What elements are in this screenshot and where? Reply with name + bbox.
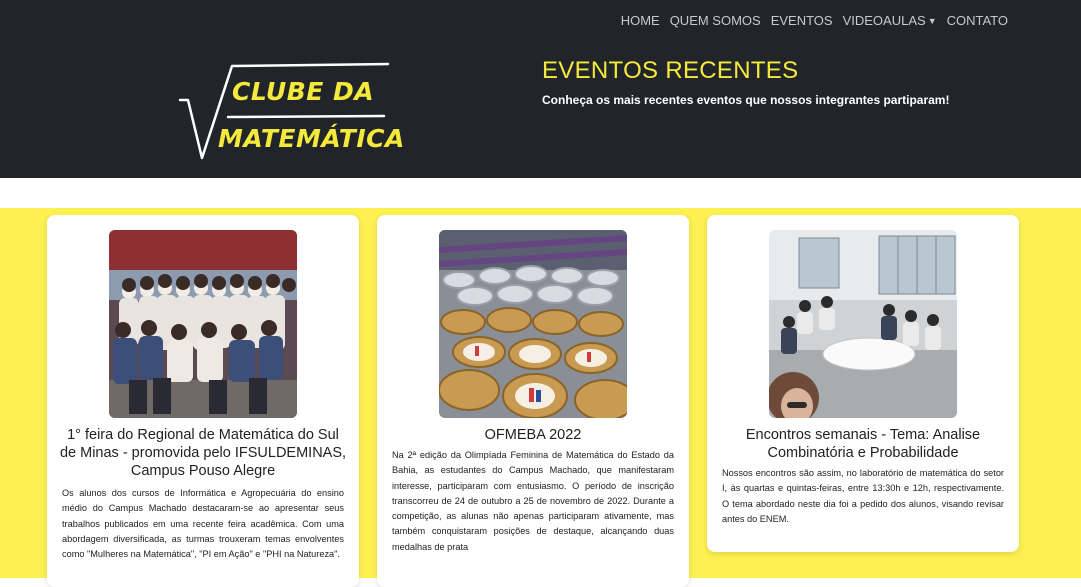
event-card: 1° feira do Regional de Matemática do Su… bbox=[47, 215, 359, 587]
event-description: Os alunos dos cursos de Informática e Ag… bbox=[62, 488, 344, 560]
event-photo-group bbox=[109, 230, 297, 418]
event-title: Encontros semanais - Tema: Analise Combi… bbox=[745, 427, 981, 461]
logo-line2: MATEMÁTICA bbox=[218, 124, 405, 153]
nav-quem-somos[interactable]: QUEM SOMOS bbox=[665, 12, 766, 30]
nav-home[interactable]: HOME bbox=[616, 12, 665, 30]
event-title: OFMEBA 2022 bbox=[484, 427, 582, 443]
club-logo[interactable]: CLUBE DA MATEMÁTICA bbox=[178, 60, 404, 162]
event-title: 1° feira do Regional de Matemática do Su… bbox=[59, 427, 347, 479]
event-photo-medals bbox=[439, 230, 627, 418]
page-subtitle: Conheça os mais recentes eventos que nos… bbox=[542, 93, 950, 107]
nav-videoaulas-label: VIDEOAULAS bbox=[842, 13, 926, 28]
main-nav: HOME QUEM SOMOS EVENTOS VIDEOAULAS ▼ CONT… bbox=[616, 12, 1013, 30]
page-title: EVENTOS RECENTES bbox=[542, 57, 799, 84]
events-section: 1° feira do Regional de Matemática do Su… bbox=[0, 208, 1081, 587]
nav-contato[interactable]: CONTATO bbox=[942, 12, 1013, 30]
caret-down-icon: ▼ bbox=[927, 16, 937, 27]
event-description: Nossos encontros são assim, no laboratór… bbox=[722, 468, 1004, 524]
event-photo-classroom bbox=[769, 230, 957, 418]
nav-videoaulas[interactable]: VIDEOAULAS ▼ bbox=[838, 12, 942, 30]
event-card: OFMEBA 2022 Na 2ª edição da Olimpíada Fe… bbox=[377, 215, 689, 587]
nav-eventos[interactable]: EVENTOS bbox=[766, 12, 838, 30]
event-description: Na 2ª edição da Olimpíada Feminina de Ma… bbox=[392, 450, 674, 552]
logo-line1: CLUBE DA bbox=[232, 77, 375, 106]
event-card: Encontros semanais - Tema: Analise Combi… bbox=[707, 215, 1019, 552]
site-header: HOME QUEM SOMOS EVENTOS VIDEOAULAS ▼ CONT… bbox=[0, 0, 1081, 178]
